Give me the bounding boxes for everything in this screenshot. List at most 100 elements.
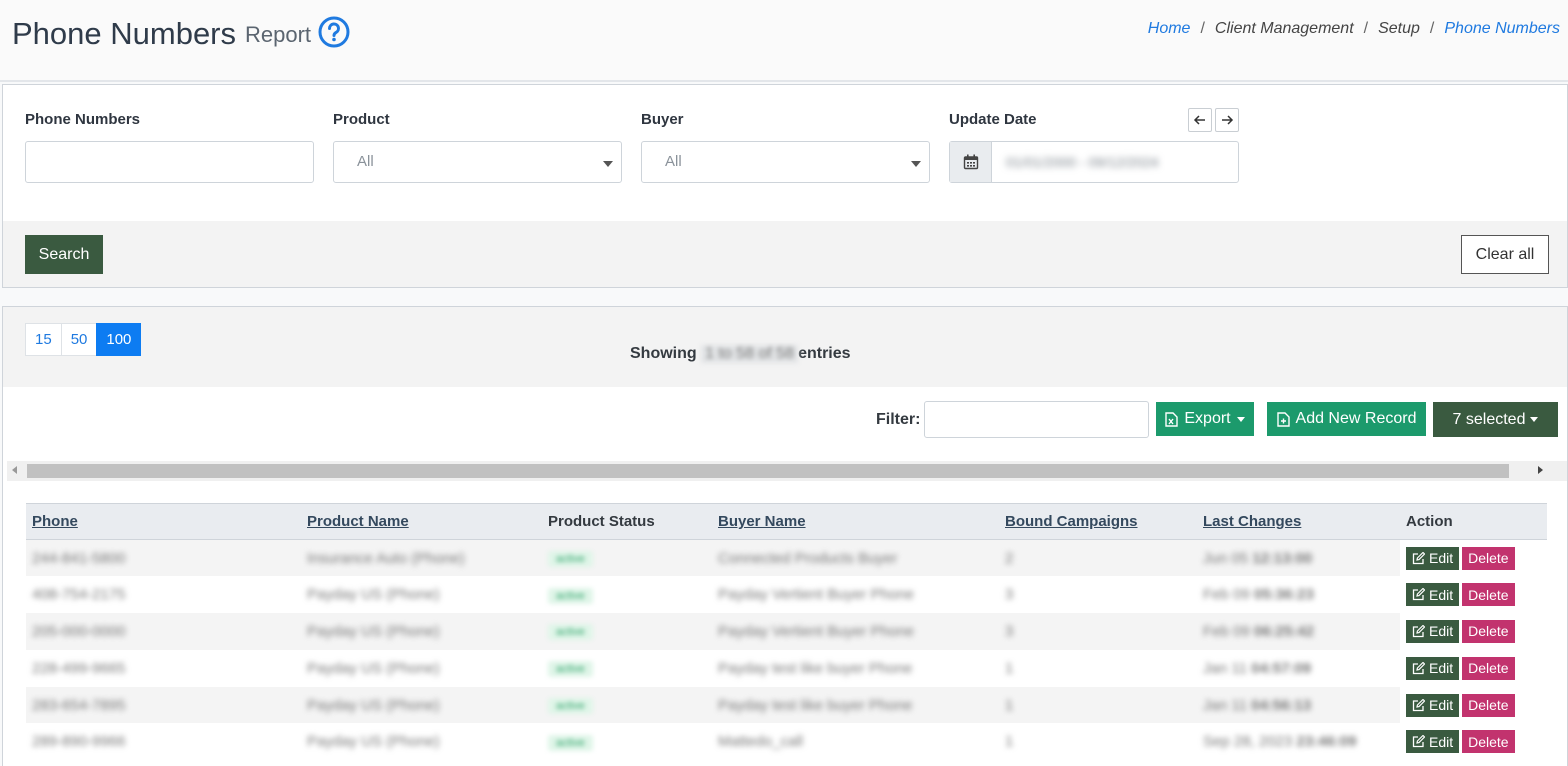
buyer-value: Payday Vertient Buyer Phone xyxy=(718,586,914,604)
clear-all-button[interactable]: Clear all xyxy=(1461,235,1549,274)
delete-button[interactable]: Delete xyxy=(1462,546,1515,570)
delete-button[interactable]: Delete xyxy=(1462,656,1515,680)
buyer-cell: Mattedo_call xyxy=(712,723,999,760)
export-button[interactable]: Export xyxy=(1156,402,1254,436)
column-product-name[interactable]: Product Name xyxy=(301,503,542,540)
edit-button[interactable]: Edit xyxy=(1406,583,1460,607)
last-changes-date: Feb 09 xyxy=(1203,586,1250,604)
column-action: Action xyxy=(1400,503,1547,540)
date-next-button[interactable] xyxy=(1215,108,1239,132)
edit-button[interactable]: Edit xyxy=(1406,546,1460,570)
delete-button[interactable]: Delete xyxy=(1462,619,1515,643)
breadcrumb-home[interactable]: Home xyxy=(1148,20,1191,38)
phone-numbers-input[interactable] xyxy=(25,141,314,183)
update-date-picker[interactable]: 01/01/2000 - 09/12/2024 xyxy=(949,141,1239,183)
status-badge: active xyxy=(548,698,593,715)
phone-numbers-table: Phone Product Name Product Status Buyer … xyxy=(26,503,1547,761)
product-select[interactable]: All xyxy=(333,141,622,183)
breadcrumb-phone-numbers[interactable]: Phone Numbers xyxy=(1444,20,1560,38)
calendar-icon[interactable] xyxy=(950,142,992,182)
edit-button[interactable]: Edit xyxy=(1406,730,1460,754)
filter-input[interactable] xyxy=(924,401,1149,438)
campaigns-cell: 1 xyxy=(999,650,1197,687)
buyer-select[interactable]: All xyxy=(641,141,930,183)
buyer-value: Payday Vertient Buyer Phone xyxy=(718,622,914,640)
scroll-left-icon[interactable] xyxy=(12,466,17,474)
edit-icon xyxy=(1412,551,1425,564)
action-cell: Edit Delete xyxy=(1400,576,1547,614)
edit-button[interactable]: Edit xyxy=(1406,656,1460,680)
product-value: Payday US (Phone) xyxy=(307,696,440,714)
excel-file-icon xyxy=(1165,411,1179,427)
phone-cell: 228-499-9665 xyxy=(26,650,301,687)
horizontal-scrollbar[interactable] xyxy=(7,461,1567,481)
column-buyer-name[interactable]: Buyer Name xyxy=(712,503,999,540)
last-changes-date: Jan 11 xyxy=(1203,659,1247,677)
action-cell: Edit Delete xyxy=(1400,723,1547,761)
campaigns-value: 1 xyxy=(1005,696,1014,714)
campaigns-cell: 1 xyxy=(999,686,1197,724)
last-changes-date: Feb 09 xyxy=(1203,622,1250,640)
campaigns-value: 1 xyxy=(1005,659,1014,677)
product-value: Payday US (Phone) xyxy=(307,659,440,677)
date-range-value: 01/01/2000 - 09/12/2024 xyxy=(1006,154,1159,170)
page-size-15[interactable]: 15 xyxy=(25,323,62,356)
column-last-changes[interactable]: Last Changes xyxy=(1197,503,1400,540)
page-size-50[interactable]: 50 xyxy=(60,323,98,356)
last-changes-cell: Sep 28, 2023 23:46:09 xyxy=(1197,723,1400,760)
arrow-left-icon xyxy=(1193,115,1205,125)
buyer-cell: Payday test like buyer Phone xyxy=(712,686,999,724)
search-button[interactable]: Search xyxy=(25,235,103,274)
product-label: Product xyxy=(333,111,390,128)
last-changes-time: 04:56:13 xyxy=(1251,696,1312,714)
page-subtitle: Report xyxy=(245,22,312,47)
edit-button[interactable]: Edit xyxy=(1406,693,1460,717)
edit-label: Edit xyxy=(1429,697,1454,714)
status-cell: active xyxy=(542,613,712,650)
phone-cell: 289-890-9966 xyxy=(26,723,301,760)
page-size-100[interactable]: 100 xyxy=(96,323,142,356)
breadcrumb-separator: / xyxy=(1200,20,1205,37)
help-icon[interactable] xyxy=(318,16,350,48)
last-changes-value: Jan 11 04:57:09 xyxy=(1203,660,1311,677)
edit-label: Edit xyxy=(1429,586,1454,603)
last-changes-time: 12:13:00 xyxy=(1252,549,1313,567)
edit-button[interactable]: Edit xyxy=(1406,619,1460,643)
product-value: Insurance Auto (Phone) xyxy=(307,549,465,567)
last-changes-time: 05:36:23 xyxy=(1253,586,1314,604)
delete-button[interactable]: Delete xyxy=(1462,583,1515,607)
last-changes-date: Jun 05 xyxy=(1203,549,1249,567)
last-changes-cell: Jan 11 04:57:09 xyxy=(1197,650,1400,687)
last-changes-date: Sep 28, 2023 xyxy=(1203,733,1293,751)
product-value: Payday US (Phone) xyxy=(307,622,440,640)
entries-summary: Showing 1 to 58 of 58 entries xyxy=(630,345,851,363)
last-changes-cell: Jun 05 12:13:00 xyxy=(1197,539,1400,577)
scroll-right-icon[interactable] xyxy=(1538,466,1543,474)
product-cell: Insurance Auto (Phone) xyxy=(301,539,542,577)
chevron-down-icon xyxy=(1530,417,1539,422)
results-panel: 15 50 100 Showing 1 to 58 of 58 entries F… xyxy=(2,306,1568,766)
date-prev-button[interactable] xyxy=(1188,108,1212,132)
delete-button[interactable]: Delete xyxy=(1462,693,1515,717)
chevron-down-icon xyxy=(1236,416,1245,422)
columns-selected-dropdown[interactable]: 7 selected xyxy=(1433,402,1558,437)
phone-value: 408-754-2175 xyxy=(32,586,126,604)
edit-icon xyxy=(1412,698,1425,711)
column-phone[interactable]: Phone xyxy=(26,503,301,540)
column-product-status: Product Status xyxy=(542,503,712,540)
campaigns-cell: 1 xyxy=(999,723,1197,760)
buyer-value: Mattedo_call xyxy=(718,733,804,751)
results-header: 15 50 100 Showing 1 to 58 of 58 entries xyxy=(3,307,1567,387)
scrollbar-thumb[interactable] xyxy=(27,464,1509,478)
product-select-value: All xyxy=(357,153,374,170)
last-changes-value: Jun 05 12:13:00 xyxy=(1203,550,1312,567)
delete-button[interactable]: Delete xyxy=(1462,730,1515,754)
column-bound-campaigns[interactable]: Bound Campaigns xyxy=(999,503,1197,540)
filter-label: Filter: xyxy=(876,411,921,428)
status-cell: active xyxy=(542,723,712,760)
phone-value: 244-841-5800 xyxy=(32,549,126,567)
action-cell: Edit Delete xyxy=(1400,539,1547,577)
add-new-record-button[interactable]: Add New Record xyxy=(1267,402,1426,436)
edit-label: Edit xyxy=(1429,660,1454,677)
product-value: Payday US (Phone) xyxy=(307,586,440,604)
